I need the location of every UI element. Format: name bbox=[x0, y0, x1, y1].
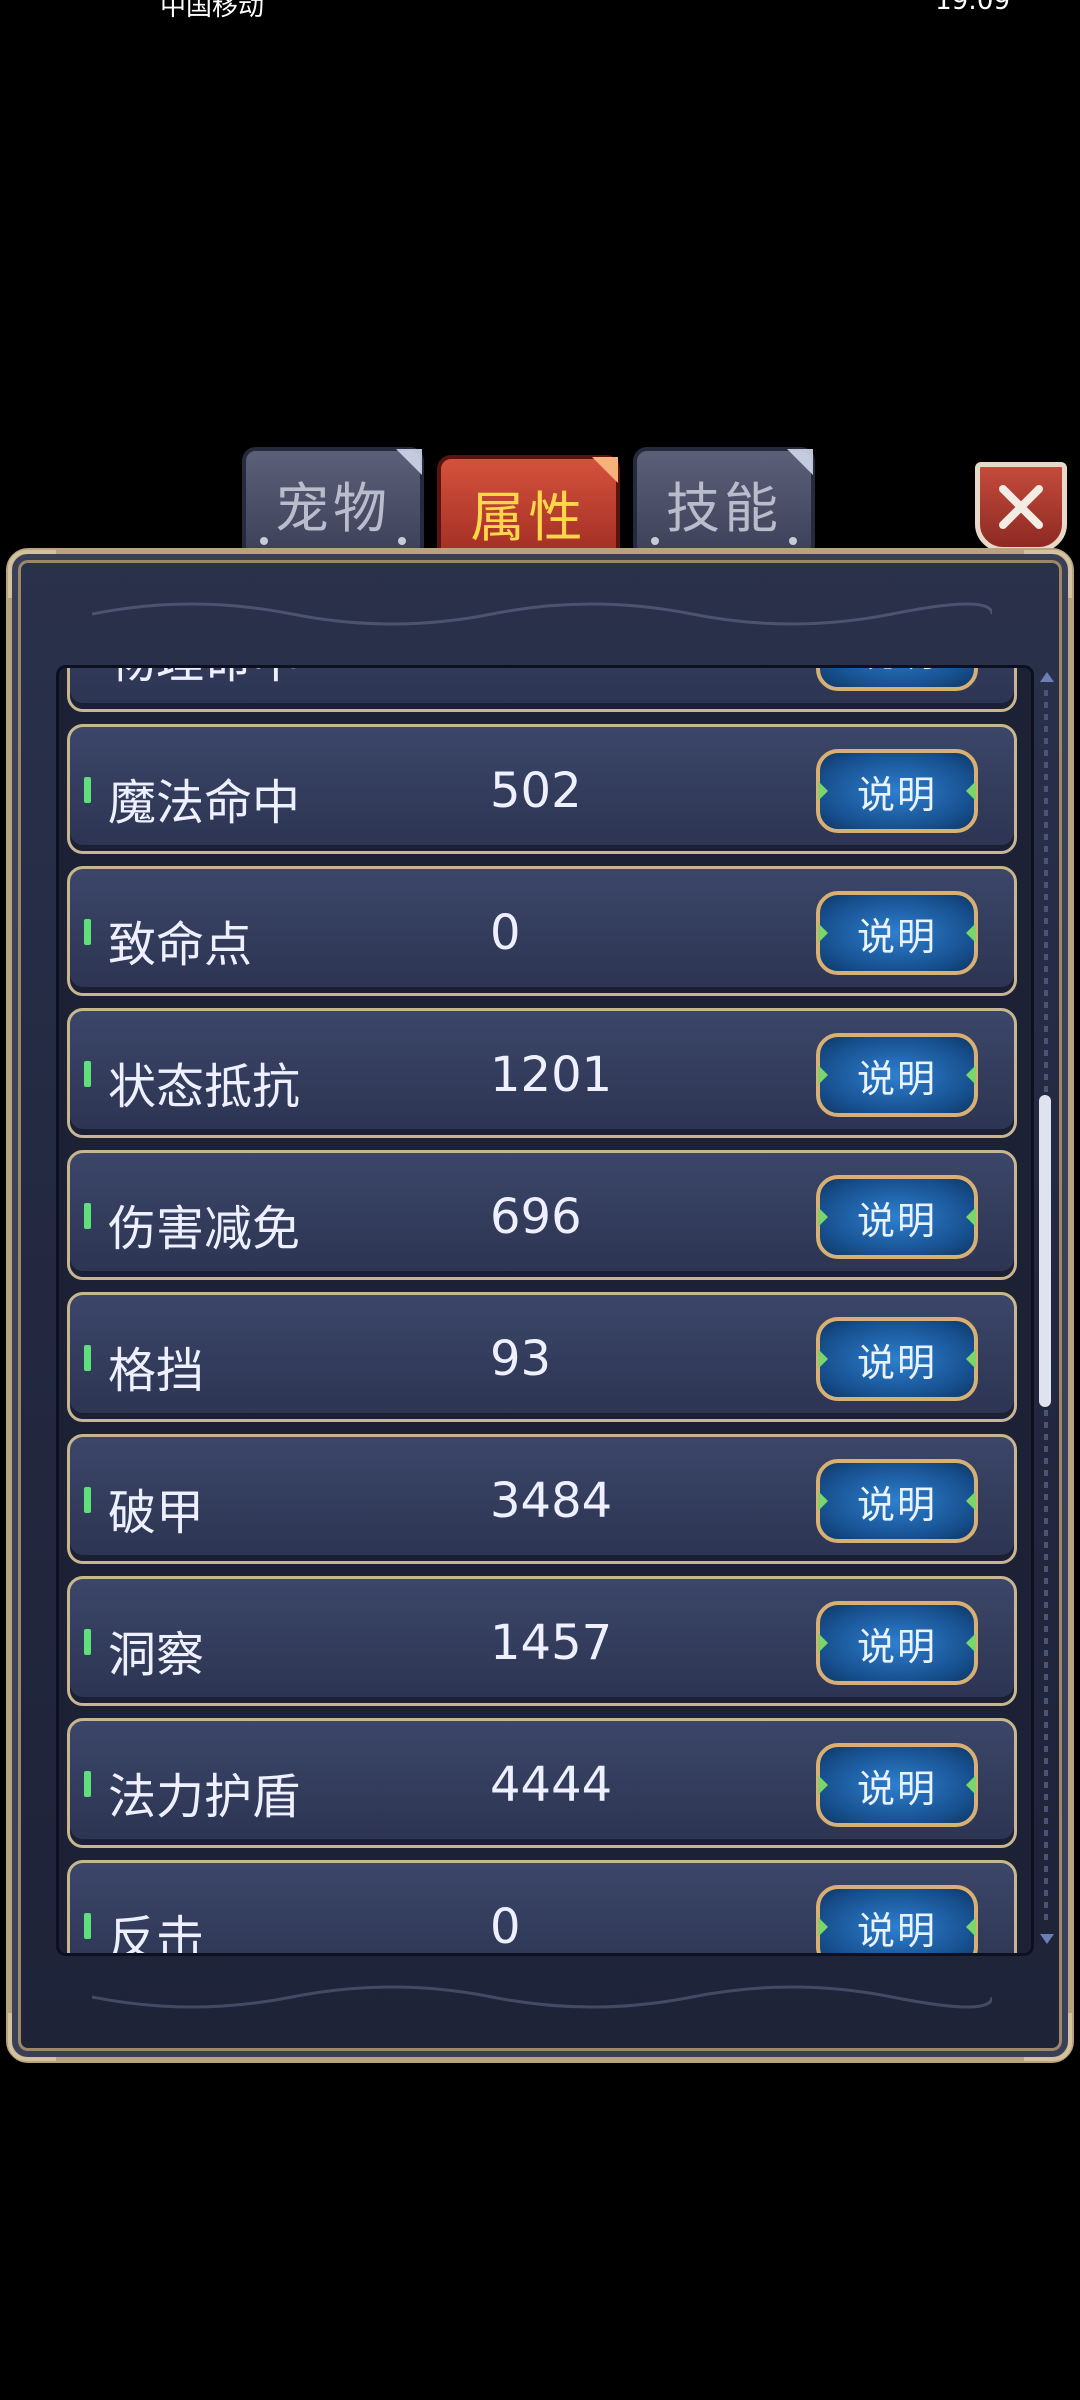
attribute-row: 格挡 93 说明 bbox=[67, 1292, 1017, 1422]
attribute-label: 反击 bbox=[108, 1911, 205, 1956]
explain-button[interactable]: 说明 bbox=[816, 1317, 978, 1401]
attribute-label: 物理命中 bbox=[108, 668, 300, 691]
explain-button-label: 说明 bbox=[856, 1198, 937, 1243]
attribute-row: 法力护盾 4444 说明 bbox=[67, 1718, 1017, 1848]
scroll-up-arrow-icon[interactable] bbox=[1040, 672, 1054, 682]
explain-button-label: 说明 bbox=[856, 1908, 937, 1953]
attribute-row: 破甲 3484 说明 bbox=[67, 1434, 1017, 1564]
row-indicator-icon bbox=[84, 777, 91, 803]
attribute-value: 696 bbox=[490, 1189, 582, 1245]
attribute-label: 状态抵抗 bbox=[108, 1059, 301, 1115]
attribute-value: 4444 bbox=[490, 1757, 613, 1813]
attribute-row: 致命点 0 说明 bbox=[67, 866, 1017, 996]
explain-button-label: 说明 bbox=[856, 772, 937, 817]
tab-pet[interactable]: 宠物 bbox=[242, 447, 424, 559]
scrollbar-thumb[interactable] bbox=[1039, 1095, 1051, 1407]
frame-corner bbox=[1024, 550, 1072, 598]
row-indicator-icon bbox=[84, 1629, 91, 1655]
attribute-value: 3484 bbox=[490, 1473, 613, 1529]
row-indicator-icon bbox=[84, 1203, 91, 1229]
explain-button[interactable]: 说明 bbox=[816, 1885, 978, 1953]
row-indicator-icon bbox=[84, 1061, 91, 1087]
explain-button[interactable]: 说明 bbox=[816, 749, 978, 833]
tab-rivet-icon bbox=[398, 537, 406, 545]
tab-rivet-icon bbox=[789, 537, 797, 545]
explain-button[interactable]: 说明 bbox=[816, 668, 978, 691]
explain-button-label: 说明 bbox=[856, 1340, 937, 1385]
attribute-row: 伤害减免 696 说明 bbox=[67, 1150, 1017, 1280]
explain-button[interactable]: 说明 bbox=[816, 1601, 978, 1685]
clock-text: 19:09 bbox=[935, 0, 1010, 16]
attribute-label: 格挡 bbox=[108, 1343, 205, 1399]
attribute-label: 致命点 bbox=[108, 917, 253, 973]
explain-button-label: 说明 bbox=[856, 1624, 937, 1669]
tab-pet-label: 宠物 bbox=[275, 476, 391, 540]
scroll-down-arrow-icon[interactable] bbox=[1040, 1934, 1054, 1944]
explain-button[interactable]: 说明 bbox=[816, 1175, 978, 1259]
frame-ornament bbox=[92, 602, 992, 626]
attribute-label: 破甲 bbox=[108, 1485, 205, 1541]
attribute-label: 法力护盾 bbox=[108, 1769, 301, 1825]
frame-corner bbox=[8, 2013, 56, 2061]
frame-corner bbox=[8, 550, 56, 598]
attribute-value: 1457 bbox=[490, 1615, 613, 1671]
close-button[interactable] bbox=[975, 462, 1067, 552]
attribute-label: 伤害减免 bbox=[108, 1201, 301, 1257]
tab-skills[interactable]: 技能 bbox=[633, 447, 815, 559]
attribute-rows: 物理命中321说明魔法命中502说明致命点0说明状态抵抗1201说明伤害减免69… bbox=[67, 668, 1017, 1956]
attribute-label: 魔法命中 bbox=[108, 775, 301, 831]
tab-rivet-icon bbox=[260, 537, 268, 545]
tab-attributes-label: 属性 bbox=[470, 486, 587, 549]
explain-button-label: 说明 bbox=[856, 1766, 937, 1811]
tab-skills-label: 技能 bbox=[666, 476, 782, 540]
tab-rivet-icon bbox=[651, 537, 659, 545]
attribute-row: 魔法命中 502 说明 bbox=[67, 724, 1017, 854]
explain-button[interactable]: 说明 bbox=[816, 1743, 978, 1827]
carrier-text: 中国移动 bbox=[160, 0, 265, 22]
attribute-row: 物理命中 321 说明 bbox=[67, 668, 1017, 712]
close-x-icon bbox=[999, 485, 1043, 529]
row-indicator-icon bbox=[84, 1487, 91, 1513]
row-indicator-icon bbox=[84, 1913, 91, 1939]
attribute-value: 321 bbox=[490, 668, 582, 677]
explain-button-label: 说明 bbox=[857, 668, 937, 677]
attribute-value: 0 bbox=[490, 1899, 521, 1955]
attribute-list[interactable]: 物理命中321说明魔法命中502说明致命点0说明状态抵抗1201说明伤害减免69… bbox=[56, 665, 1034, 1956]
attribute-row: 洞察 1457 说明 bbox=[67, 1576, 1017, 1706]
row-indicator-icon bbox=[84, 1771, 91, 1797]
attribute-value: 1201 bbox=[490, 1047, 613, 1103]
frame-ornament bbox=[92, 1985, 992, 2009]
explain-button-label: 说明 bbox=[856, 1056, 937, 1101]
frame-corner bbox=[1024, 2013, 1072, 2061]
explain-button[interactable]: 说明 bbox=[816, 1033, 978, 1117]
explain-button[interactable]: 说明 bbox=[816, 891, 978, 975]
explain-button[interactable]: 说明 bbox=[816, 1459, 978, 1543]
row-indicator-icon bbox=[84, 919, 91, 945]
status-bar: 中国移动 19:09 bbox=[0, 0, 1080, 22]
explain-button-label: 说明 bbox=[856, 1482, 937, 1527]
attribute-row: 反击 0 说明 bbox=[67, 1860, 1017, 1956]
attribute-value: 0 bbox=[490, 905, 521, 961]
attribute-value: 93 bbox=[490, 1331, 552, 1387]
attribute-value: 502 bbox=[490, 763, 582, 819]
attribute-row: 状态抵抗 1201 说明 bbox=[67, 1008, 1017, 1138]
explain-button-label: 说明 bbox=[856, 914, 937, 959]
attribute-label: 洞察 bbox=[108, 1627, 205, 1683]
row-indicator-icon bbox=[84, 1345, 91, 1371]
